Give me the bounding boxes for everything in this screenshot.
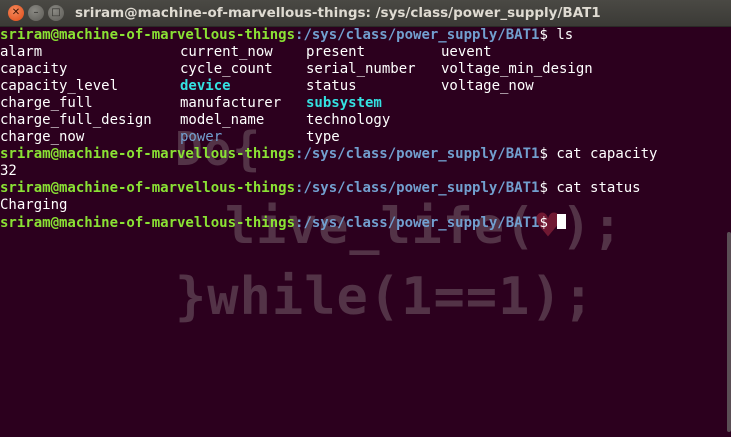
prompt-user-host: sriram@machine-of-marvellous-things: [0, 180, 296, 196]
ls-entry: present: [306, 44, 366, 60]
prompt-line: sriram@machine-of-marvellous-things:/sys…: [0, 146, 657, 163]
text-cursor: [557, 214, 567, 229]
prompt-user-host: sriram@machine-of-marvellous-things: [0, 27, 296, 43]
terminal-output: sriram@machine-of-marvellous-things:/sys…: [0, 27, 657, 231]
minimize-icon[interactable]: –: [28, 5, 44, 21]
prompt-line: sriram@machine-of-marvellous-things:/sys…: [0, 27, 657, 44]
ls-entry: current_now: [180, 44, 273, 60]
ls-entry: manufacturer: [180, 95, 282, 111]
window-title: sriram@machine-of-marvellous-things: /sy…: [75, 5, 601, 21]
prompt-line: sriram@machine-of-marvellous-things:/sys…: [0, 180, 657, 197]
ls-entry: technology: [306, 112, 391, 128]
ls-output: alarm capacity capacity_level charge_ful…: [0, 44, 657, 146]
ls-entry: charge_full: [0, 95, 93, 111]
ls-entry: charge_now: [0, 129, 85, 145]
ls-entry: voltage_min_design: [441, 61, 593, 77]
prompt-cwd: :/sys/class/power_supply/BAT1: [295, 27, 540, 43]
prompt-user-host: sriram@machine-of-marvellous-things: [0, 146, 296, 162]
prompt-cwd: :/sys/class/power_supply/BAT1: [295, 146, 540, 162]
prompt-symbol: $: [539, 215, 557, 231]
prompt-user-host: sriram@machine-of-marvellous-things: [0, 215, 296, 231]
prompt-symbol: $: [539, 180, 557, 196]
ls-entry-directory: device: [180, 78, 231, 94]
wallpaper-line-3: }while(1==1);: [175, 267, 595, 327]
command-text: cat status: [556, 180, 641, 196]
ls-entry: cycle_count: [180, 61, 273, 77]
ls-entry: uevent: [441, 44, 492, 60]
prompt-symbol: $: [539, 146, 557, 162]
ls-entry: capacity_level: [0, 78, 119, 94]
window-titlebar[interactable]: ✕ – □ sriram@machine-of-marvellous-thing…: [0, 0, 731, 27]
command-output: Charging: [0, 197, 68, 213]
prompt-cwd: :/sys/class/power_supply/BAT1: [295, 215, 540, 231]
close-icon[interactable]: ✕: [8, 5, 24, 21]
active-prompt-line[interactable]: sriram@machine-of-marvellous-things:/sys…: [0, 214, 657, 231]
ls-entry: status: [306, 78, 357, 94]
ls-entry: alarm: [0, 44, 43, 60]
terminal-area[interactable]: Do{ live_life(♥); }while(1==1); sriram@m…: [0, 27, 731, 437]
prompt-cwd: :/sys/class/power_supply/BAT1: [295, 180, 540, 196]
ls-entry: serial_number: [306, 61, 416, 77]
ls-entry: charge_full_design: [0, 112, 152, 128]
command-text: ls: [556, 27, 574, 43]
ls-entry: capacity: [0, 61, 68, 77]
ls-entry: model_name: [180, 112, 265, 128]
command-text: cat capacity: [556, 146, 658, 162]
command-output: 32: [0, 163, 17, 179]
ls-entry: voltage_now: [441, 78, 534, 94]
ls-entry-symlink: subsystem: [306, 95, 382, 111]
scrollbar[interactable]: [727, 232, 731, 432]
ls-entry: type: [306, 129, 340, 145]
maximize-icon[interactable]: □: [48, 5, 64, 21]
prompt-symbol: $: [539, 27, 557, 43]
ls-entry-directory: power: [180, 129, 223, 145]
